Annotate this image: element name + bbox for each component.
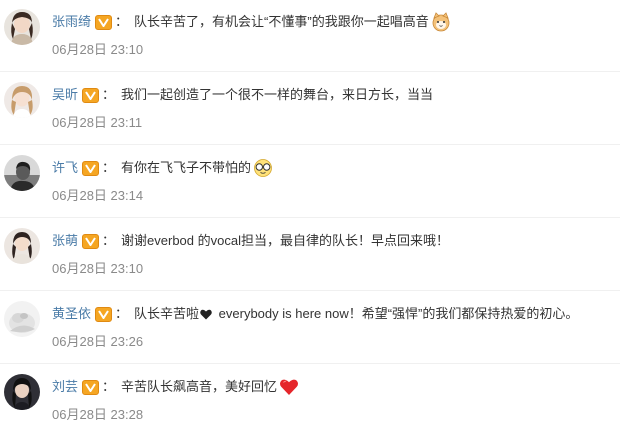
comment-text: 谢谢everbod 的vocal担当，最自律的队长！早点回来哦！ <box>121 233 449 248</box>
vip-badge-icon <box>95 14 113 30</box>
glasses-emoji-icon <box>253 158 273 178</box>
comment-text: 有你在飞飞子不带怕的 <box>121 160 252 175</box>
comment-item: 许飞 ： 有你在飞飞子不带怕的 06月28日 23:14 <box>0 146 620 218</box>
vip-badge-icon <box>82 87 100 103</box>
red-heart-icon <box>279 377 299 397</box>
avatar[interactable] <box>4 374 40 410</box>
colon: ： <box>115 306 129 321</box>
colon: ： <box>115 14 129 29</box>
comment-text: 我们一起创造了一个很不一样的舞台，来日方长，当当 <box>121 87 434 102</box>
username-link[interactable]: 刘芸 <box>52 377 78 397</box>
avatar[interactable] <box>4 155 40 191</box>
comment-text: 队长辛苦了，有机会让“不懂事”的我跟你一起唱高音 <box>134 14 429 29</box>
comment-item: 张萌 ： 谢谢everbod 的vocal担当，最自律的队长！早点回来哦！ 06… <box>0 219 620 291</box>
comment-timestamp: 06月28日 23:14 <box>52 188 144 203</box>
username-link[interactable]: 张雨绮 <box>52 12 91 32</box>
black-heart-icon <box>200 309 212 320</box>
vip-badge-icon <box>95 306 113 322</box>
avatar[interactable] <box>4 301 40 337</box>
comment-timestamp: 06月28日 23:26 <box>52 334 144 349</box>
comment-timestamp: 06月28日 23:10 <box>52 261 144 276</box>
username-link[interactable]: 黄圣依 <box>52 304 91 324</box>
comment-timestamp: 06月28日 23:10 <box>52 42 144 57</box>
comment-text: 辛苦队长飙高音，美好回忆 <box>121 379 278 394</box>
cat-emoji-icon <box>431 12 451 32</box>
comment-timestamp: 06月28日 23:11 <box>52 115 143 130</box>
avatar[interactable] <box>4 82 40 118</box>
username-link[interactable]: 许飞 <box>52 158 78 178</box>
comment-list: 张雨绮 ： 队长辛苦了，有机会让“不懂事”的我跟你一起唱高音 06月28日 23… <box>0 0 620 434</box>
comment-item: 张雨绮 ： 队长辛苦了，有机会让“不懂事”的我跟你一起唱高音 06月28日 23… <box>0 0 620 72</box>
comment-item: 吴昕 ： 我们一起创造了一个很不一样的舞台，来日方长，当当 06月28日 23:… <box>0 73 620 145</box>
vip-badge-icon <box>82 379 100 395</box>
vip-badge-icon <box>82 160 100 176</box>
username-link[interactable]: 吴昕 <box>52 85 78 105</box>
comment-text-before: 队长辛苦啦 <box>134 306 200 321</box>
avatar[interactable] <box>4 9 40 45</box>
colon: ： <box>102 233 116 248</box>
vip-badge-icon <box>82 233 100 249</box>
comment-timestamp: 06月28日 23:28 <box>52 407 144 422</box>
comment-item: 黄圣依 ： 队长辛苦啦 everybody is here now！希望“强悍”… <box>0 292 620 364</box>
colon: ： <box>102 379 116 394</box>
colon: ： <box>102 160 116 175</box>
colon: ： <box>102 87 116 102</box>
comment-text-after: everybody is here now！希望“强悍”的我们都保持热爱的初心。 <box>215 306 579 321</box>
comment-item: 刘芸 ： 辛苦队长飙高音，美好回忆 06月28日 23:28 <box>0 365 620 437</box>
avatar[interactable] <box>4 228 40 264</box>
username-link[interactable]: 张萌 <box>52 231 78 251</box>
